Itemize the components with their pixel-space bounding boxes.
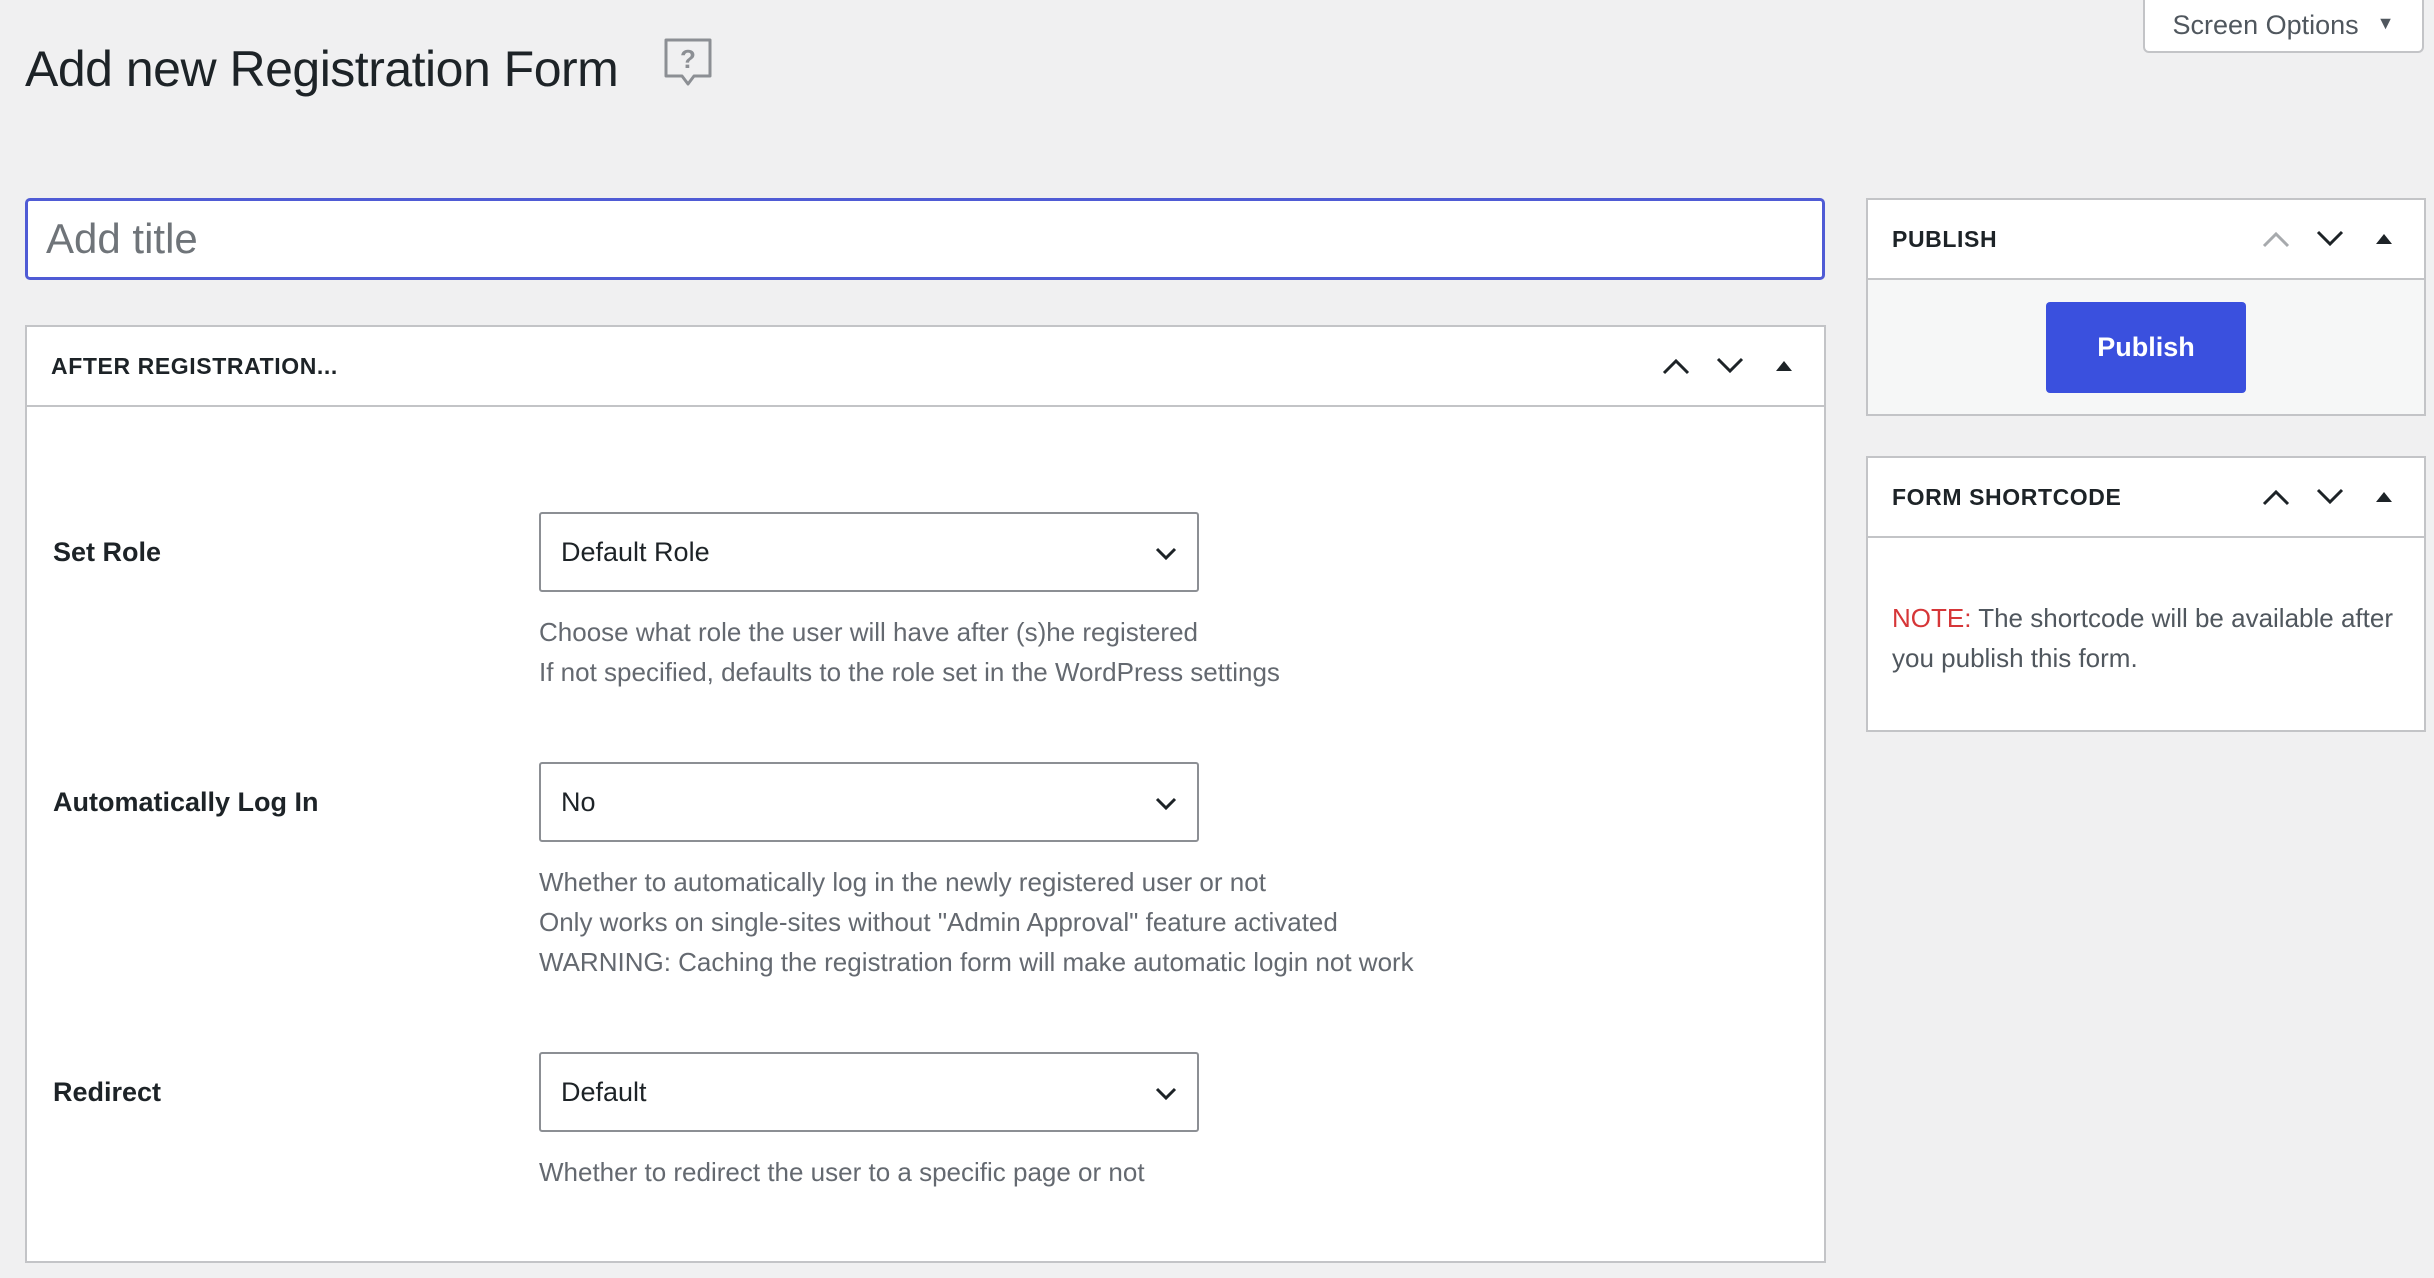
handle-actions [1660,350,1800,382]
form-shortcode-header: FORM SHORTCODE [1868,458,2424,538]
chevron-down-icon [1155,1077,1177,1108]
shortcode-note: NOTE: The shortcode will be available af… [1868,538,2424,678]
postbox-title: AFTER REGISTRATION... [51,352,338,379]
set-role-select[interactable]: Default Role [539,512,1199,592]
svg-text:?: ? [680,44,696,74]
set-role-description: Choose what role the user will have afte… [539,612,1280,692]
toggle-panel-icon[interactable] [2368,223,2400,255]
redirect-label: Redirect [53,1077,162,1107]
publish-header: PUBLISH [1868,200,2424,280]
auto-login-select[interactable]: No [539,762,1199,842]
description-line: Only works on single-sites without "Admi… [539,907,1338,937]
toggle-panel-icon[interactable] [2368,481,2400,513]
move-up-icon[interactable] [2260,223,2292,255]
form-shortcode-box: FORM SHORTCODE NOTE: The shortcode will … [1866,456,2426,732]
redirect-value: Default [561,1076,647,1107]
description-line: Whether to redirect the user to a specif… [539,1157,1145,1187]
help-question-icon[interactable]: ? [662,36,714,90]
note-label: NOTE: [1892,603,1972,633]
postbox-title: FORM SHORTCODE [1892,483,2122,510]
screen-options-label: Screen Options [2172,10,2359,40]
publish-button[interactable]: Publish [2046,302,2246,393]
description-line: Whether to automatically log in the newl… [539,867,1266,897]
page-title: Add new Registration Form [25,41,619,97]
move-up-icon[interactable] [2260,481,2292,513]
handle-actions [2260,481,2400,513]
caret-down-icon: ▼ [2376,13,2395,33]
auto-login-label: Automatically Log In [53,787,319,817]
screen-options-button[interactable]: Screen Options ▼ [2143,0,2424,53]
chevron-down-icon [1155,787,1177,818]
chevron-down-icon [1155,537,1177,568]
handle-actions [2260,223,2400,255]
description-line: If not specified, defaults to the role s… [539,657,1280,687]
set-role-label: Set Role [53,537,162,567]
move-down-icon[interactable] [2314,223,2346,255]
set-role-value: Default Role [561,536,710,567]
redirect-description: Whether to redirect the user to a specif… [539,1152,1145,1192]
move-up-icon[interactable] [1660,350,1692,382]
auto-login-value: No [561,786,596,817]
auto-login-description: Whether to automatically log in the newl… [539,862,1414,982]
publish-box: PUBLISH Publish [1866,198,2426,416]
publish-body: Publish [1868,280,2424,414]
description-line: WARNING: Caching the registration form w… [539,947,1414,977]
redirect-select[interactable]: Default [539,1052,1199,1132]
title-input[interactable] [25,198,1825,280]
toggle-panel-icon[interactable] [1768,350,1800,382]
after-registration-header: AFTER REGISTRATION... [27,327,1824,407]
description-line: Choose what role the user will have afte… [539,617,1198,647]
after-registration-box: AFTER REGISTRATION... Set Role Default R… [25,325,1826,1263]
move-down-icon[interactable] [2314,481,2346,513]
move-down-icon[interactable] [1714,350,1746,382]
postbox-title: PUBLISH [1892,225,1998,252]
